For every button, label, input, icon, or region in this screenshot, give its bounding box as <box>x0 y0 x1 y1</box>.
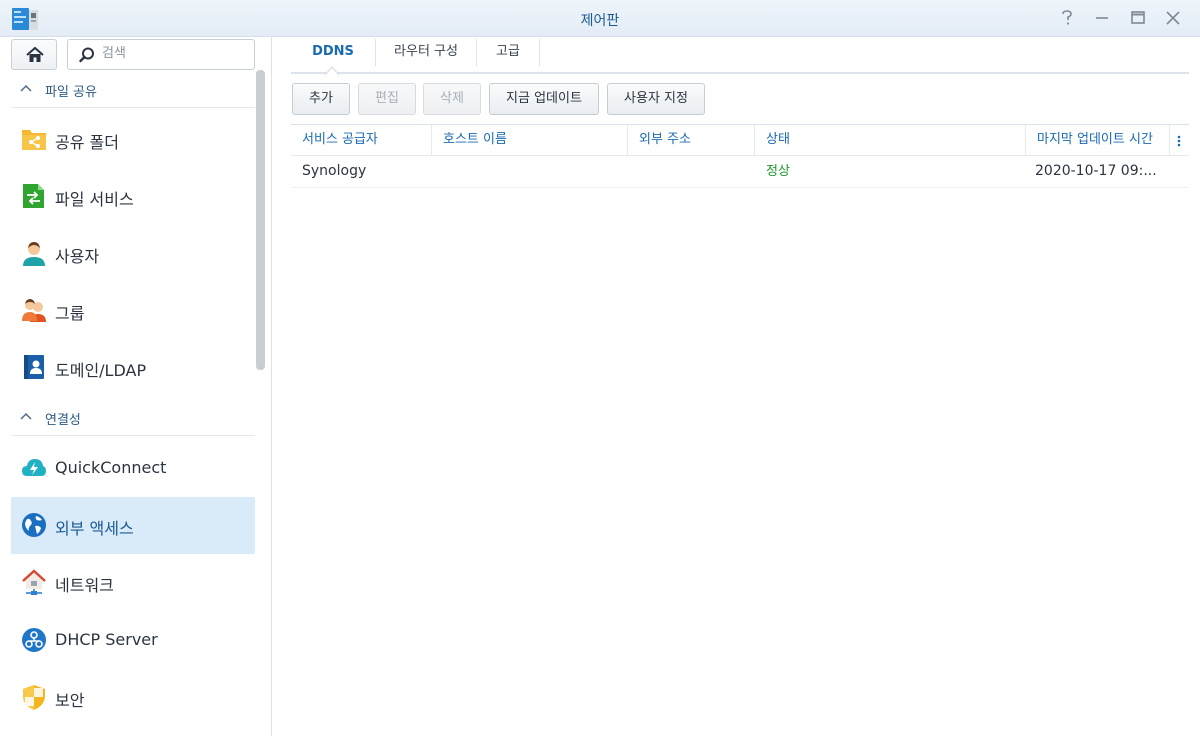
sidebar-item-label: 네트워크 <box>55 576 114 595</box>
sidebar-item-domain-ldap[interactable]: 도메인/LDAP <box>11 339 255 396</box>
file-services-icon <box>23 184 44 208</box>
group-icon <box>22 299 46 322</box>
sidebar-item-label: DHCP Server <box>55 630 158 649</box>
sidebar-item-label: 그룹 <box>55 304 85 323</box>
domain-ldap-icon <box>24 355 44 379</box>
network-icon <box>22 569 46 595</box>
main-panel: DDNS 라우터 구성 고급 추가 편집 삭제 지금 업데이트 사용자 지정 서… <box>273 37 1200 736</box>
sidebar-item-label: 보안 <box>55 691 85 710</box>
table-header: 서비스 공급자 호스트 이름 외부 주소 상태 마지막 업데이트 시간 <box>291 124 1189 156</box>
edit-button[interactable]: 편집 <box>358 83 416 115</box>
security-icon <box>23 685 45 710</box>
maximize-icon[interactable] <box>1128 8 1148 28</box>
sidebar-item-file-services[interactable]: 파일 서비스 <box>11 168 255 225</box>
search-input[interactable] <box>102 46 242 61</box>
cell-status: 정상 <box>766 164 790 179</box>
sidebar-item-external-access[interactable]: 외부 액세스 <box>11 497 255 554</box>
sidebar-item-shared-folder[interactable]: 공유 폴더 <box>11 111 255 168</box>
customize-button[interactable]: 사용자 지정 <box>607 83 705 115</box>
column-header-status[interactable]: 상태 <box>755 125 1026 156</box>
search-field[interactable] <box>67 39 255 70</box>
sidebar-item-label: QuickConnect <box>55 458 167 477</box>
sidebar-item-label: 도메인/LDAP <box>55 361 147 380</box>
update-now-button[interactable]: 지금 업데이트 <box>489 83 599 115</box>
table-row[interactable]: Synology 정상 2020-10-17 09:... <box>291 156 1189 188</box>
sidebar-item-label: 파일 서비스 <box>55 190 134 209</box>
tab-bar: DDNS 라우터 구성 고급 <box>291 37 1189 75</box>
user-icon <box>23 242 45 266</box>
column-header-provider[interactable]: 서비스 공급자 <box>291 125 432 156</box>
search-icon <box>79 47 94 63</box>
close-icon[interactable] <box>1163 8 1183 28</box>
chevron-up-icon <box>20 84 32 92</box>
tab-advanced[interactable]: 고급 <box>477 37 539 72</box>
add-button[interactable]: 추가 <box>292 83 350 115</box>
cell-last-update: 2020-10-17 09:... <box>1035 163 1157 179</box>
sidebar: 파일 공유 공유 폴더 파일 서비스 사용자 <box>0 37 272 736</box>
title-bar: 제어판 <box>0 0 1200 37</box>
sidebar-item-security[interactable]: 보안 <box>11 669 255 726</box>
cell-provider: Synology <box>302 163 367 179</box>
active-tab-indicator <box>325 65 339 75</box>
cell-hostname <box>432 156 628 187</box>
minimize-icon[interactable] <box>1092 8 1112 28</box>
sidebar-item-quickconnect[interactable]: QuickConnect <box>11 440 255 497</box>
sidebar-item-user[interactable]: 사용자 <box>11 225 255 282</box>
column-menu-icon[interactable] <box>1173 132 1185 150</box>
sidebar-scrollbar[interactable] <box>256 70 265 370</box>
quickconnect-icon <box>22 459 46 476</box>
help-icon[interactable] <box>1057 8 1077 28</box>
section-connectivity[interactable]: 연결성 <box>11 400 255 436</box>
section-label: 파일 공유 <box>45 85 97 100</box>
sidebar-item-network[interactable]: 네트워크 <box>11 554 255 611</box>
sidebar-item-group[interactable]: 그룹 <box>11 282 255 339</box>
chevron-up-icon <box>20 412 32 420</box>
home-button[interactable] <box>11 39 57 70</box>
section-file-sharing[interactable]: 파일 공유 <box>11 72 255 108</box>
sidebar-item-label: 외부 액세스 <box>55 519 134 538</box>
column-header-hostname[interactable]: 호스트 이름 <box>432 125 628 156</box>
cell-external-address <box>628 156 755 187</box>
column-header-last-update[interactable]: 마지막 업데이트 시간 <box>1026 125 1170 156</box>
home-icon <box>26 46 44 62</box>
sidebar-item-label: 사용자 <box>55 247 100 266</box>
sidebar-item-label: 공유 폴더 <box>55 133 119 152</box>
column-header-external-address[interactable]: 외부 주소 <box>628 125 755 156</box>
section-label: 연결성 <box>45 413 81 428</box>
window-title: 제어판 <box>580 13 620 29</box>
dhcp-server-icon <box>22 628 46 652</box>
shared-folder-icon <box>22 130 46 150</box>
delete-button[interactable]: 삭제 <box>423 83 481 115</box>
sidebar-item-dhcp-server[interactable]: DHCP Server <box>11 612 255 669</box>
external-access-icon <box>22 513 46 537</box>
tab-router-config[interactable]: 라우터 구성 <box>376 37 476 72</box>
tab-separator <box>539 39 540 66</box>
